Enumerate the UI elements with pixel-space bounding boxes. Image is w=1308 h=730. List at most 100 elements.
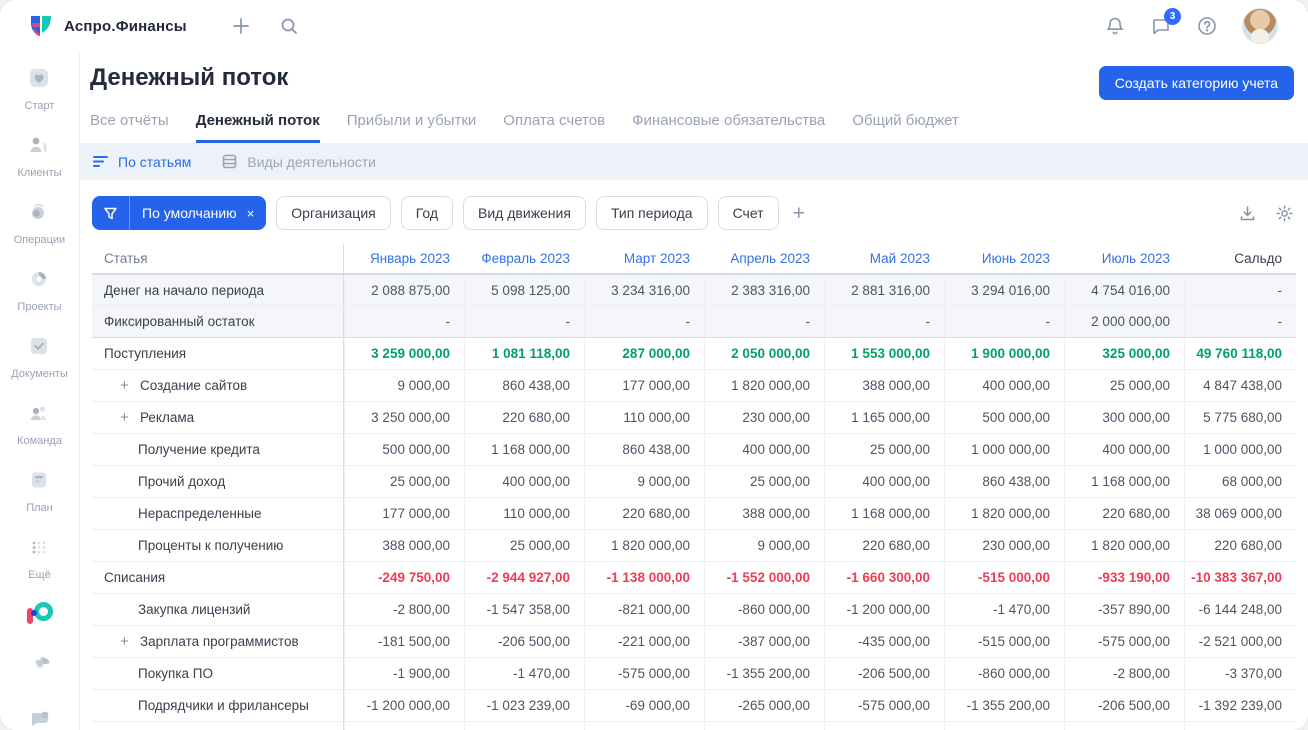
table-row[interactable]: Получение кредита 500 000,00 1 168 000,00 8… bbox=[92, 434, 1296, 466]
sidebar-item-plan[interactable]: План bbox=[11, 468, 68, 514]
create-category-button[interactable]: Создать категорию учета bbox=[1098, 66, 1294, 100]
column-header-month[interactable]: Февраль 2023 bbox=[464, 244, 584, 273]
month-value-cell: -2 800,00 bbox=[1064, 658, 1184, 689]
month-value-cell: - bbox=[824, 306, 944, 337]
search-icon[interactable] bbox=[278, 15, 300, 37]
column-header-month[interactable]: Январь 2023 bbox=[344, 244, 464, 273]
month-value-cell: 388 000,00 bbox=[824, 370, 944, 401]
expand-row-icon[interactable]: + bbox=[120, 634, 132, 649]
filter-chip[interactable]: Тип периода bbox=[595, 196, 708, 230]
saldo-value-cell: -6 144 248,00 bbox=[1184, 722, 1296, 730]
page-title: Денежный поток bbox=[90, 64, 289, 91]
filter-chip[interactable]: Год bbox=[400, 196, 454, 230]
help-icon[interactable] bbox=[1196, 15, 1218, 37]
table-row[interactable]: Прочий доход 25 000,00 400 000,00 9 000,00 2… bbox=[92, 466, 1296, 498]
month-value-cell: 25 000,00 bbox=[704, 466, 824, 497]
table-row[interactable]: +Зарплата программистов-2 800,00-1 547 3… bbox=[92, 722, 1296, 730]
expand-row-icon[interactable]: + bbox=[120, 378, 132, 393]
table-row[interactable]: Списания -249 750,00 -2 944 927,00 -1 138 0… bbox=[92, 562, 1296, 594]
default-filter-chip[interactable]: По умолчанию × bbox=[92, 196, 267, 230]
table-row[interactable]: + Зарплата программистов -181 500,00 -206 5… bbox=[92, 626, 1296, 658]
month-value-cell: 860 438,00 bbox=[464, 370, 584, 401]
table-row[interactable]: Фиксированный остаток - - - - - -2 000 000,00- bbox=[92, 306, 1296, 338]
sidebar: Старт Клиенты Операции Проекты Документы Кома… bbox=[0, 52, 80, 730]
tab-invoice-payment[interactable]: Оплата счетов bbox=[503, 112, 605, 143]
month-value-cell: 2 088 875,00 bbox=[344, 275, 464, 305]
saldo-value-cell: 4 847 438,00 bbox=[1184, 370, 1296, 401]
table-row[interactable]: Закупка лицензий -2 800,00 -1 547 358,00 -8… bbox=[92, 594, 1296, 626]
filter-chip[interactable]: Вид движения bbox=[463, 196, 586, 230]
sidebar-item-operations[interactable]: Операции bbox=[11, 200, 68, 246]
table-row[interactable]: Проценты к получению 388 000,00 25 000,00 1… bbox=[92, 530, 1296, 562]
column-header-month[interactable]: Июнь 2023 bbox=[944, 244, 1064, 273]
tab-all-reports[interactable]: Все отчёты bbox=[90, 112, 169, 143]
month-value-cell: -69 000,00 bbox=[584, 690, 704, 721]
month-value-cell: 860 438,00 bbox=[944, 466, 1064, 497]
month-value-cell: 9 000,00 bbox=[584, 466, 704, 497]
notifications-bell-icon[interactable] bbox=[1104, 15, 1126, 37]
table-row[interactable]: Денег на начало периода 2 088 875,00 5 098… bbox=[92, 274, 1296, 306]
remove-filter-icon[interactable]: × bbox=[247, 206, 267, 221]
table-row[interactable]: Подрядчики и фрилансеры -1 200 000,00 -1 0… bbox=[92, 690, 1296, 722]
table-header-row: Статья Январь 2023 Февраль 2023 Март 2023 Ап… bbox=[92, 244, 1296, 274]
filter-chip[interactable]: Счет bbox=[717, 196, 779, 230]
sidebar-item-projects[interactable]: Проекты bbox=[11, 267, 68, 313]
sidebar-item-label: Проекты bbox=[17, 301, 62, 313]
view-by-activity[interactable]: Виды деятельности bbox=[221, 153, 376, 170]
user-avatar[interactable] bbox=[1242, 8, 1278, 44]
table-row[interactable]: + Создание сайтов 9 000,00 860 438,00 177 00… bbox=[92, 370, 1296, 402]
tab-cash-flow[interactable]: Денежный поток bbox=[195, 112, 320, 143]
view-by-articles[interactable]: По статьям bbox=[92, 153, 191, 170]
month-value-cell: -1 200 000,00 bbox=[824, 594, 944, 625]
table-row[interactable]: Нераспределенные 177 000,00 110 000,00 220 … bbox=[92, 498, 1296, 530]
month-value-cell: -860 000,00 bbox=[944, 658, 1064, 689]
row-label: Списания bbox=[92, 562, 344, 593]
table-settings-gear-icon[interactable] bbox=[1275, 204, 1294, 223]
sidebar-item-team[interactable]: Команда bbox=[11, 401, 68, 447]
month-value-cell: 2 383 316,00 bbox=[704, 275, 824, 305]
aspro-mini-logo-icon[interactable] bbox=[26, 602, 53, 626]
month-value-cell: 4 754 016,00 bbox=[1064, 275, 1184, 305]
sidebar-item-documents[interactable]: Документы bbox=[11, 334, 68, 380]
tab-profit-loss[interactable]: Прибыли и убытки bbox=[347, 112, 477, 143]
sidebar-item-more[interactable]: Ещё bbox=[11, 535, 68, 581]
month-value-cell: 400 000,00 bbox=[824, 466, 944, 497]
row-label: Нераспределенные bbox=[92, 498, 344, 529]
sidebar-item-start[interactable]: Старт bbox=[11, 66, 68, 112]
sidebar-item-clients[interactable]: Клиенты bbox=[11, 133, 68, 179]
month-value-cell: 177 000,00 bbox=[584, 370, 704, 401]
tab-financial-obligations[interactable]: Финансовые обязательства bbox=[632, 112, 825, 143]
column-header-month[interactable]: Апрель 2023 bbox=[704, 244, 824, 273]
month-value-cell: 220 680,00 bbox=[1064, 498, 1184, 529]
month-value-cell: 9 000,00 bbox=[344, 370, 464, 401]
column-header-saldo: Сальдо bbox=[1234, 251, 1282, 266]
month-value-cell: 220 680,00 bbox=[824, 530, 944, 561]
month-value-cell: 230 000,00 bbox=[704, 402, 824, 433]
table-row[interactable]: + Реклама 3 250 000,00 220 680,00 110 000,00… bbox=[92, 402, 1296, 434]
month-value-cell: -575 000,00 bbox=[824, 690, 944, 721]
column-header-month[interactable]: Март 2023 bbox=[584, 244, 704, 273]
month-value-cell: 388 000,00 bbox=[344, 530, 464, 561]
add-filter-icon[interactable]: + bbox=[789, 203, 809, 224]
table-row[interactable]: Покупка ПО -1 900,00 -1 470,00 -575 000,00-… bbox=[92, 658, 1296, 690]
month-value-cell: -1 355 200,00 bbox=[944, 690, 1064, 721]
row-label-text: Закупка лицензий bbox=[138, 602, 251, 617]
table-row[interactable]: Поступления 3 259 000,00 1 081 118,00 287 0… bbox=[92, 338, 1296, 370]
month-value-cell: 25 000,00 bbox=[824, 434, 944, 465]
tab-general-budget[interactable]: Общий бюджет bbox=[852, 112, 959, 143]
month-value-cell: 25 000,00 bbox=[1064, 370, 1184, 401]
column-header-month[interactable]: Май 2023 bbox=[824, 244, 944, 273]
settings-gear-icon[interactable] bbox=[28, 652, 52, 681]
filter-chip[interactable]: Организация bbox=[276, 196, 391, 230]
expand-row-icon[interactable]: + bbox=[120, 410, 132, 425]
month-value-cell: 3 250 000,00 bbox=[344, 402, 464, 433]
feedback-chat-icon[interactable] bbox=[28, 707, 52, 730]
column-header-month[interactable]: Июль 2023 bbox=[1064, 244, 1184, 273]
download-icon[interactable] bbox=[1238, 204, 1257, 223]
month-value-cell: -357 890,00 bbox=[1064, 722, 1184, 730]
add-icon[interactable] bbox=[230, 15, 252, 37]
chat-icon[interactable]: 3 bbox=[1150, 8, 1181, 37]
month-value-cell: -821 000,00 bbox=[584, 594, 704, 625]
row-label: Прочий доход bbox=[92, 466, 344, 497]
sidebar-items: Старт Клиенты Операции Проекты Документы Кома… bbox=[11, 66, 68, 602]
